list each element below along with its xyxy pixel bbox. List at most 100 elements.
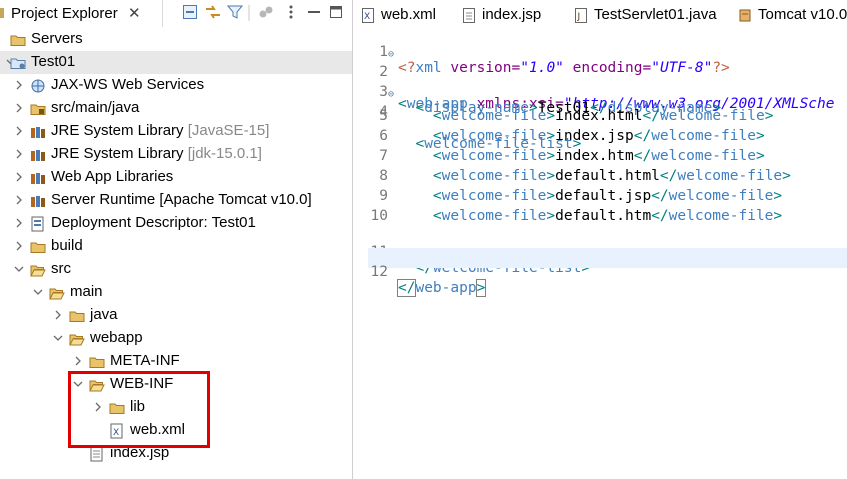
server-icon: [739, 8, 752, 23]
code-line: 6 <welcome-file>index.jsp</welcome-file>: [368, 128, 847, 148]
line-text: <welcome-file>index.jsp</welcome-file>: [432, 128, 765, 144]
maximize-icon[interactable]: [328, 4, 346, 22]
tree-item-decoration: [jdk-15.0.1]: [187, 145, 262, 162]
tab-label: Tomcat v10.0: [758, 6, 847, 23]
tree-item-servers[interactable]: Servers: [0, 28, 352, 51]
folder-open-icon: [69, 331, 85, 347]
jsp-file-icon: [463, 8, 476, 23]
tree-item-label: Server Runtime [Apache Tomcat v10.0]: [51, 191, 312, 208]
tree-item-build[interactable]: build: [0, 235, 352, 258]
tree-item-web-app-libraries[interactable]: Web App Libraries: [0, 166, 352, 189]
filter-icon[interactable]: [227, 4, 245, 22]
source-folder-icon: [30, 101, 46, 117]
folder-icon: [89, 354, 105, 370]
webservice-icon: [30, 78, 46, 94]
close-icon[interactable]: ✕: [128, 4, 141, 22]
minimize-icon[interactable]: [306, 4, 324, 22]
folder-icon: [10, 32, 26, 48]
tree-item-webapp[interactable]: webapp: [0, 327, 352, 350]
project-explorer-header: Project Explorer ✕: [0, 0, 352, 27]
link-with-editor-icon[interactable]: [204, 4, 222, 22]
chevron-right-icon[interactable]: [13, 170, 25, 184]
tree-item-meta-inf[interactable]: META-INF: [0, 350, 352, 373]
code-line: 11 </welcome-file-list>: [368, 228, 847, 276]
chevron-right-icon[interactable]: [13, 101, 25, 115]
tree-item-jax-ws-web-services[interactable]: JAX-WS Web Services: [0, 74, 352, 97]
tree-item-jre-system-library[interactable]: JRE System Library [jdk-15.0.1]: [0, 143, 352, 166]
tree-item-label: webapp: [90, 329, 143, 346]
xml-editor[interactable]: 1 <?xml version="1.0" encoding="UTF-8"?>…: [368, 28, 847, 479]
editor-tab-bar: X web.xml index.jsp J TestServlet01.java…: [353, 0, 847, 30]
tree-item-label: Deployment Descriptor: Test01: [51, 214, 256, 231]
fold-icon[interactable]: ⊖: [388, 49, 394, 60]
code-line: 3 <display-name>Test01</display-name>: [368, 68, 847, 116]
tree-item-src-main-java[interactable]: src/main/java: [0, 97, 352, 120]
library-icon: [30, 147, 46, 163]
project-explorer-icon: [0, 6, 6, 20]
toolbar-separator: [248, 4, 250, 22]
project-explorer-title: Project Explorer: [11, 5, 118, 22]
folder-icon: [30, 239, 46, 255]
chevron-right-icon[interactable]: [13, 147, 25, 161]
chevron-right-icon[interactable]: [13, 124, 25, 138]
collapse-all-icon[interactable]: [182, 4, 200, 22]
tree-item-main[interactable]: main: [0, 281, 352, 304]
tree-item-label: src: [51, 260, 71, 277]
fold-icon[interactable]: ⊖: [388, 89, 394, 100]
line-number: 7: [379, 148, 388, 164]
tree-item-label: JAX-WS Web Services: [51, 76, 205, 93]
line-text: <welcome-file>index.htm</welcome-file>: [432, 148, 765, 164]
tree-item-label: META-INF: [110, 352, 180, 369]
chevron-right-icon[interactable]: [13, 216, 25, 230]
chevron-right-icon[interactable]: [13, 239, 25, 253]
chevron-right-icon[interactable]: [13, 78, 25, 92]
library-icon: [30, 170, 46, 186]
line-text: <welcome-file>default.html</welcome-file…: [432, 168, 791, 184]
tab-label: TestServlet01.java: [594, 6, 717, 23]
chevron-down-icon[interactable]: [32, 285, 44, 299]
chevron-right-icon[interactable]: [52, 308, 64, 322]
tab-label: web.xml: [381, 6, 437, 23]
code-line-current: 12 </web-app>: [368, 248, 847, 297]
tree-item-server-runtime-apache-tomcat-v10-0[interactable]: Server Runtime [Apache Tomcat v10.0]: [0, 189, 352, 212]
folder-open-icon: [49, 285, 65, 301]
tree-item-label: Web App Libraries: [51, 168, 174, 185]
line-text: <welcome-file>default.jsp</welcome-file>: [432, 188, 783, 204]
line-text: <welcome-file>index.html</welcome-file>: [432, 108, 774, 124]
code-line: 5 <welcome-file>index.html</welcome-file…: [368, 108, 847, 128]
tree-item-decoration: [JavaSE-15]: [187, 122, 270, 139]
folder-open-icon: [30, 262, 46, 278]
tree-item-label: JRE System Library [JavaSE-15]: [51, 122, 270, 139]
tree-item-label: JRE System Library [jdk-15.0.1]: [51, 145, 262, 162]
java-file-icon: J: [575, 8, 588, 23]
project-icon: [10, 55, 26, 71]
code-line: 4 ⊖ <welcome-file-list>: [368, 88, 847, 152]
tree-item-deployment-descriptor-test01[interactable]: Deployment Descriptor: Test01: [0, 212, 352, 235]
tree-item-java[interactable]: java: [0, 304, 352, 327]
code-line: 9 <welcome-file>default.jsp</welcome-fil…: [368, 188, 847, 208]
project-explorer-tab[interactable]: Project Explorer ✕: [0, 0, 163, 27]
line-text: </web-app>: [396, 279, 487, 297]
library-icon: [30, 193, 46, 209]
tree-item-label: main: [70, 283, 103, 300]
line-number: 5: [379, 108, 388, 124]
view-menu-icon[interactable]: [283, 4, 301, 22]
tree-item-label: java: [90, 306, 118, 323]
focus-icon[interactable]: [258, 4, 276, 22]
chevron-right-icon[interactable]: [72, 354, 84, 368]
tree-item-src[interactable]: src: [0, 258, 352, 281]
line-number: 10: [370, 208, 388, 224]
line-number: 9: [379, 188, 388, 204]
tree-item-jre-system-library[interactable]: JRE System Library [JavaSE-15]: [0, 120, 352, 143]
chevron-down-icon[interactable]: [13, 262, 25, 276]
line-text: <welcome-file>default.htm</welcome-file>: [432, 208, 783, 224]
xml-file-icon: X: [362, 8, 375, 23]
chevron-right-icon[interactable]: [13, 193, 25, 207]
tree-item-label: src/main/java: [51, 99, 140, 116]
folder-icon: [69, 308, 85, 324]
tree-item-test01[interactable]: Test01: [0, 51, 352, 74]
code-line: 1 <?xml version="1.0" encoding="UTF-8"?>: [368, 28, 847, 76]
descriptor-icon: [30, 216, 46, 232]
chevron-down-icon[interactable]: [52, 331, 64, 345]
tab-label: index.jsp: [482, 6, 542, 23]
